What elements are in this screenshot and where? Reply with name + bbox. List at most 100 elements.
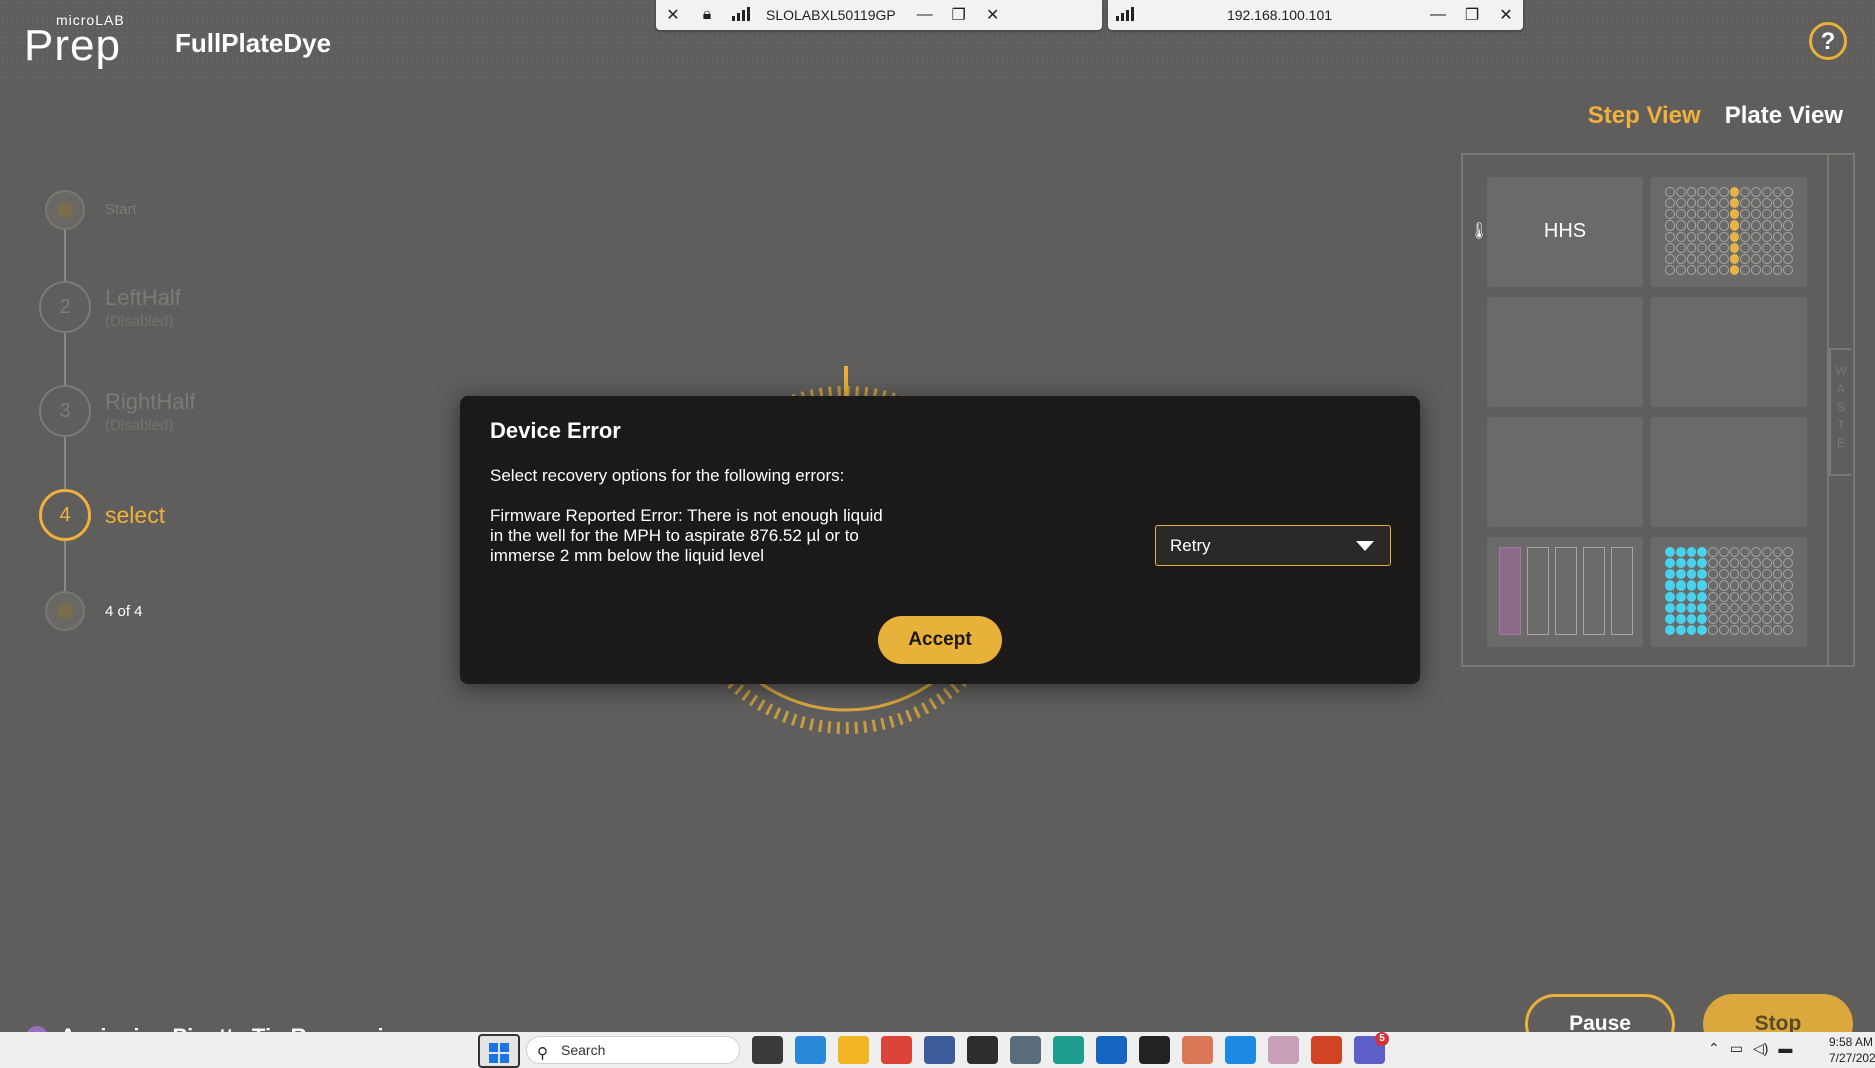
well: [1686, 624, 1697, 635]
waste-position: WASTE: [1829, 348, 1851, 476]
deck-site-plate-1[interactable]: [1651, 177, 1807, 287]
start-button[interactable]: [478, 1034, 520, 1068]
well: [1783, 220, 1793, 231]
well: [1697, 220, 1707, 231]
teams-icon[interactable]: 5: [1354, 1032, 1389, 1064]
well: [1729, 613, 1740, 624]
well: [1783, 602, 1793, 613]
well: [1665, 624, 1675, 635]
help-button[interactable]: ?: [1809, 22, 1847, 60]
chevron-up-icon[interactable]: ⌃: [1708, 1040, 1720, 1057]
well: [1697, 558, 1707, 569]
deck-site-reservoir[interactable]: [1487, 537, 1643, 647]
close-icon[interactable]: ✕: [976, 5, 1010, 25]
well: [1751, 198, 1761, 209]
well: [1697, 231, 1707, 242]
minimize-icon[interactable]: —: [908, 6, 942, 24]
tab-step-view[interactable]: Step View: [1588, 102, 1701, 130]
well: [1675, 580, 1686, 591]
deck-site-empty-4[interactable]: [1651, 417, 1807, 527]
well: [1783, 198, 1793, 209]
microlab-prep-logo: microLAB Prep: [24, 12, 144, 72]
well: [1675, 209, 1686, 220]
well: [1761, 602, 1772, 613]
dialog-title: Device Error: [490, 418, 621, 443]
edge-icon[interactable]: [1053, 1036, 1084, 1064]
step-label-select: select: [105, 502, 166, 528]
reservoir-trough: [1555, 547, 1577, 635]
restore-icon[interactable]: ❐: [942, 5, 976, 25]
well: [1697, 624, 1707, 635]
well: [1740, 624, 1750, 635]
well: [1740, 187, 1750, 198]
well: [1761, 209, 1772, 220]
logo-prep-text: Prep: [24, 21, 121, 70]
well: [1697, 580, 1707, 591]
battery-icon[interactable]: ▬: [1778, 1040, 1792, 1057]
well: [1761, 580, 1772, 591]
network-icon[interactable]: ▭: [1730, 1040, 1743, 1057]
deck-site-hhs[interactable]: 🌡︎ HHS: [1469, 177, 1643, 287]
terminal-icon[interactable]: [967, 1036, 998, 1064]
app-icon[interactable]: [1268, 1036, 1299, 1064]
well: [1665, 242, 1675, 253]
well: [1708, 187, 1718, 198]
well: [1675, 613, 1686, 624]
deck-site-tip-rack[interactable]: [1651, 537, 1807, 647]
snipping-tool-icon[interactable]: [795, 1036, 826, 1064]
taskbar-search[interactable]: ⚲ Search: [526, 1036, 740, 1064]
step-sub-lefthalf: (Disabled): [105, 313, 174, 330]
well: [1751, 253, 1761, 264]
step-start-marker: [45, 190, 85, 230]
well: [1729, 591, 1740, 602]
powerpoint-icon[interactable]: [1311, 1036, 1342, 1064]
volume-icon[interactable]: ◁): [1753, 1040, 1768, 1057]
well: [1772, 220, 1783, 231]
step-start-label: Start: [105, 201, 137, 218]
outlook-icon[interactable]: [1096, 1036, 1127, 1064]
claude-icon[interactable]: [1182, 1036, 1213, 1064]
well-grid-tip-rack: [1665, 547, 1793, 635]
well: [1740, 602, 1750, 613]
deck-site-empty-1[interactable]: [1487, 297, 1643, 407]
well: [1740, 558, 1750, 569]
well: [1761, 624, 1772, 635]
minimize-icon[interactable]: —: [1421, 6, 1455, 24]
system-clock[interactable]: 9:58 AM 7/27/2023: [1829, 1034, 1875, 1066]
remote-desktop-icon[interactable]: [924, 1036, 955, 1064]
file-explorer-icon[interactable]: [838, 1036, 869, 1064]
well: [1740, 613, 1750, 624]
lock-icon[interactable]: 🔒︎: [690, 6, 724, 24]
recovery-option-select[interactable]: Retry: [1155, 525, 1391, 566]
restore-icon[interactable]: ❐: [1455, 5, 1489, 25]
unpin-icon[interactable]: ✕: [656, 5, 690, 25]
deck-site-empty-2[interactable]: [1651, 297, 1807, 407]
deck-site-empty-3[interactable]: [1487, 417, 1643, 527]
well: [1697, 242, 1707, 253]
well: [1675, 220, 1686, 231]
well: [1783, 209, 1793, 220]
well: [1729, 264, 1740, 275]
well: [1718, 547, 1729, 558]
well: [1697, 591, 1707, 602]
well: [1718, 231, 1729, 242]
tab-plate-view[interactable]: Plate View: [1725, 102, 1843, 130]
well: [1665, 253, 1675, 264]
chevron-down-icon: [1356, 541, 1374, 551]
well: [1675, 624, 1686, 635]
chatgpt-icon[interactable]: [1139, 1036, 1170, 1064]
well: [1718, 220, 1729, 231]
vscode-icon[interactable]: [1225, 1036, 1256, 1064]
well: [1761, 569, 1772, 580]
well: [1665, 231, 1675, 242]
well: [1740, 209, 1750, 220]
well: [1686, 613, 1697, 624]
close-icon[interactable]: ✕: [1489, 5, 1523, 25]
app-icon[interactable]: [1010, 1036, 1041, 1064]
taskbar-search-placeholder: Search: [561, 1042, 606, 1058]
well: [1686, 558, 1697, 569]
accept-button[interactable]: Accept: [878, 616, 1002, 664]
notification-badge: 5: [1375, 1032, 1389, 1046]
chrome-icon[interactable]: [881, 1036, 912, 1064]
task-view-icon[interactable]: [752, 1036, 783, 1064]
